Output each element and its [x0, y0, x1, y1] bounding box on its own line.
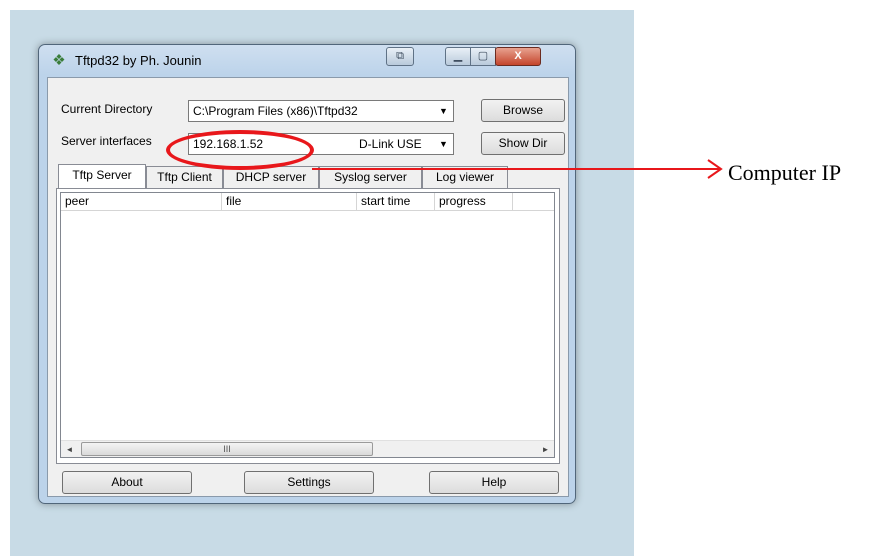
annotation-arrow-icon	[312, 159, 723, 179]
computer-ip-annotation: Computer IP	[728, 160, 842, 185]
